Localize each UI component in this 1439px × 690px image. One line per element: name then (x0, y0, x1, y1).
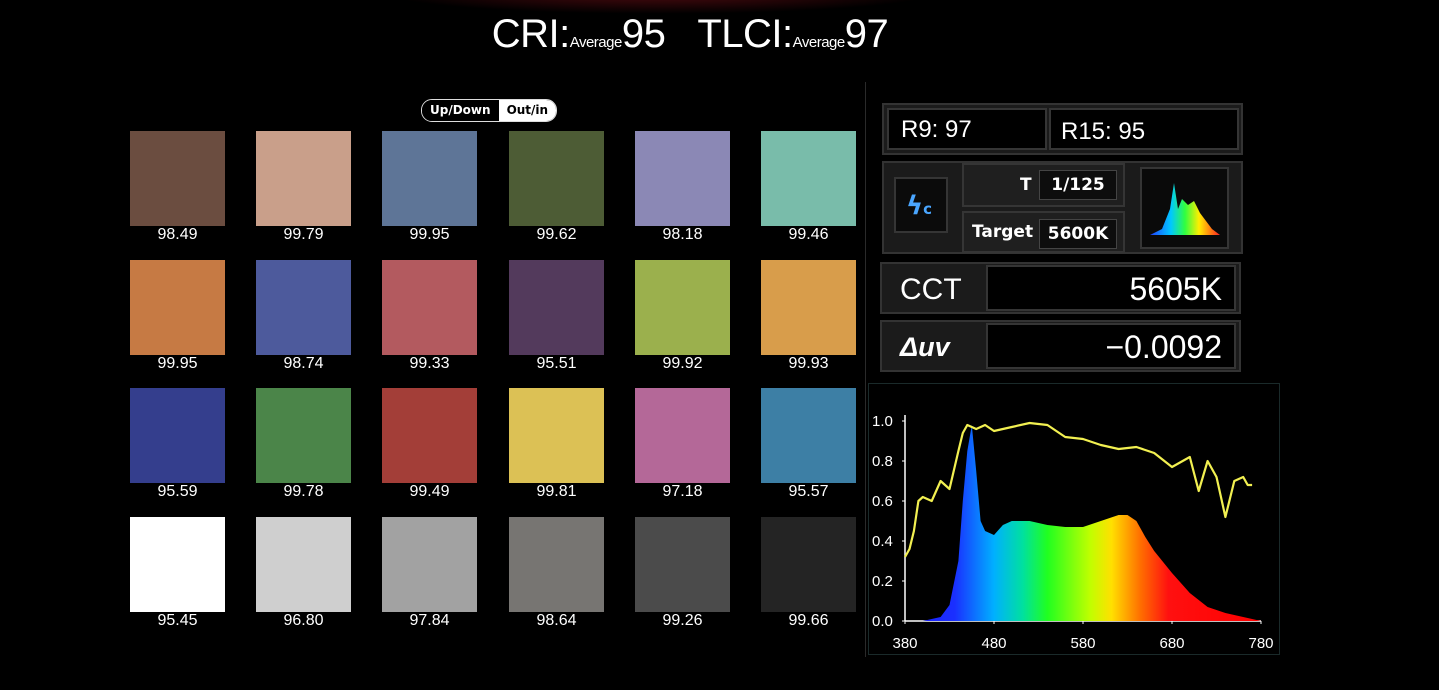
duv-label: Δuv (900, 332, 950, 362)
swatch-value: 99.62 (536, 226, 577, 243)
tlci-label: TLCI: (697, 12, 793, 56)
toggle-outin[interactable]: Out/in (498, 100, 557, 121)
toggle-updown[interactable]: Up/Down (422, 100, 499, 121)
t-label: T (1020, 175, 1032, 195)
spectrum-chart-svg: 0.0 0.2 0.4 0.6 0.8 1.0 380 480 580 680 780 (872, 413, 1274, 652)
y-tick-label: 0.4 (872, 533, 893, 550)
spectrum-button[interactable] (1140, 167, 1229, 249)
color-swatch (509, 517, 604, 612)
target-label: Target (972, 222, 1034, 242)
tlci-sub: Average (792, 34, 846, 51)
color-swatch (761, 517, 856, 612)
color-swatch (761, 131, 856, 226)
duv-panel: Δuv −0.0092 (880, 320, 1241, 372)
divider (865, 82, 866, 657)
color-swatch (256, 388, 351, 483)
color-swatch (761, 260, 856, 355)
color-swatch (256, 131, 351, 226)
cct-label: CCT (900, 273, 962, 306)
x-tick-label: 380 (892, 635, 917, 652)
x-tick-label: 480 (981, 635, 1006, 652)
r9-box: R9: 97 (887, 108, 1047, 150)
swatch-value: 99.95 (409, 226, 450, 243)
duv-value-box: −0.0092 (986, 323, 1236, 369)
cct-value: 5605K (1129, 271, 1222, 307)
swatch-value: 98.18 (662, 226, 703, 243)
color-swatch (256, 517, 351, 612)
swatch-value: 99.92 (662, 355, 703, 372)
r15-value: R15: 95 (1061, 118, 1146, 145)
r9-value: R9: 97 (901, 116, 972, 143)
target-row: Target 5600K (962, 211, 1125, 253)
swatch-value: 98.64 (536, 612, 577, 629)
swatch-value: 98.49 (157, 226, 198, 243)
headline: CRI:Average95 TLCI:Average97 (0, 12, 1380, 57)
flash-c-icon: ϟc (906, 191, 933, 221)
r15-box: R15: 95 (1049, 108, 1239, 150)
swatch-value: 98.74 (283, 355, 324, 372)
swatch-value: 99.26 (662, 612, 703, 629)
color-swatch (130, 388, 225, 483)
y-tick-label: 0.8 (872, 453, 893, 470)
color-swatch (509, 131, 604, 226)
cct-value-box: 5605K (986, 265, 1236, 311)
spectrum-chart: 0.0 0.2 0.4 0.6 0.8 1.0 380 480 580 680 780 (868, 383, 1280, 655)
x-tick-label: 780 (1248, 635, 1273, 652)
color-swatch (382, 131, 477, 226)
swatch-value: 96.80 (283, 612, 324, 629)
swatch-value: 99.66 (788, 612, 829, 629)
color-swatch (635, 260, 730, 355)
color-swatch (382, 388, 477, 483)
color-swatch (130, 517, 225, 612)
x-tick-label: 580 (1070, 635, 1095, 652)
y-tick-label: 0.2 (872, 573, 893, 590)
swatch-value: 95.51 (536, 355, 577, 372)
tlci-value: 97 (844, 12, 889, 56)
shutter-value[interactable]: 1/125 (1039, 170, 1117, 200)
color-swatch (635, 388, 730, 483)
swatch-value: 97.84 (409, 612, 450, 629)
cri-sub: Average (569, 34, 623, 51)
color-swatch (130, 131, 225, 226)
swatch-value: 95.59 (157, 483, 198, 500)
exposure-panel: ϟc T 1/125 Target 5600K (882, 161, 1243, 254)
y-tick-label: 0.0 (872, 613, 893, 630)
swatch-value: 99.49 (409, 483, 450, 500)
spectrum-thumbnail-icon (1150, 183, 1220, 235)
color-swatch (509, 388, 604, 483)
color-swatch (761, 388, 856, 483)
color-swatch (256, 260, 351, 355)
duv-value: −0.0092 (1105, 329, 1222, 365)
r-values-panel: R9: 97 R15: 95 (882, 103, 1243, 155)
swatch-value: 99.79 (283, 226, 324, 243)
swatch-value: 99.33 (409, 355, 450, 372)
cri-value: 95 (621, 12, 666, 56)
swatch-value: 99.81 (536, 483, 577, 500)
mode-button[interactable]: ϟc (894, 177, 948, 233)
color-swatch (382, 517, 477, 612)
x-tick-label: 680 (1159, 635, 1184, 652)
color-swatch (635, 517, 730, 612)
color-swatch (130, 260, 225, 355)
color-swatch (382, 260, 477, 355)
t-row: T 1/125 (962, 163, 1125, 207)
target-value[interactable]: 5600K (1039, 219, 1117, 249)
swatch-value: 95.45 (157, 612, 198, 629)
swatch-value: 99.93 (788, 355, 829, 372)
color-swatch (635, 131, 730, 226)
view-toggle[interactable]: Up/Down Out/in (421, 99, 558, 122)
swatch-value: 97.18 (662, 483, 703, 500)
swatch-value: 95.57 (788, 483, 829, 500)
y-tick-label: 0.6 (872, 493, 893, 510)
swatch-value: 99.78 (283, 483, 324, 500)
swatch-value: 99.46 (788, 226, 829, 243)
swatch-value: 99.95 (157, 355, 198, 372)
color-swatch (509, 260, 604, 355)
cri-label: CRI: (491, 12, 571, 56)
cct-panel: CCT 5605K (880, 262, 1241, 314)
y-tick-label: 1.0 (872, 413, 893, 430)
